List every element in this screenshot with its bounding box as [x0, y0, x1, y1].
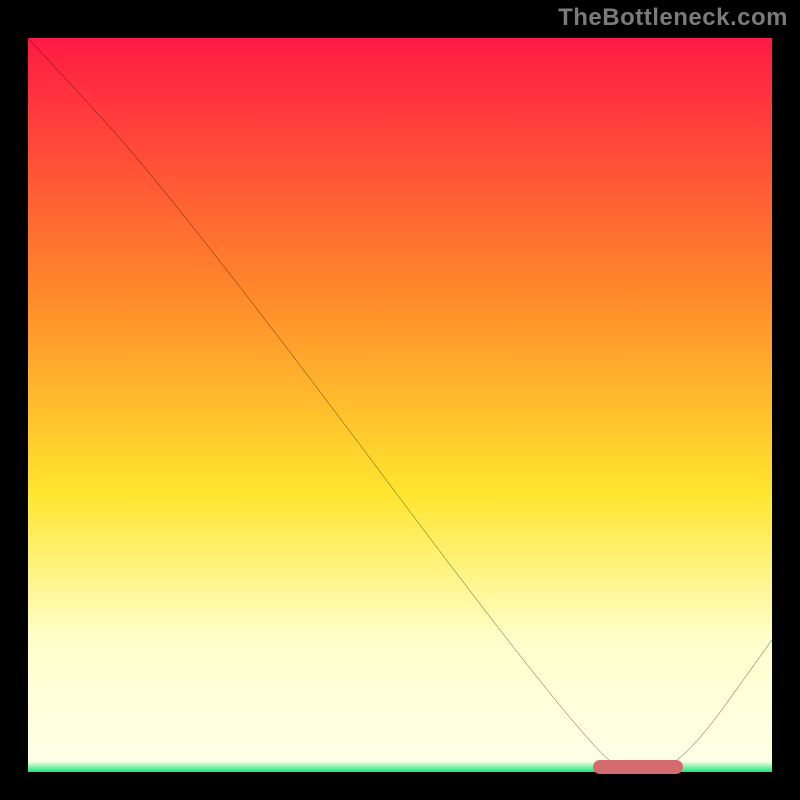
attribution-text: TheBottleneck.com [558, 4, 788, 32]
plot-area [28, 38, 772, 772]
chart-frame: TheBottleneck.com [0, 0, 800, 800]
optimal-range-marker [593, 760, 682, 774]
bottleneck-curve [28, 38, 772, 772]
